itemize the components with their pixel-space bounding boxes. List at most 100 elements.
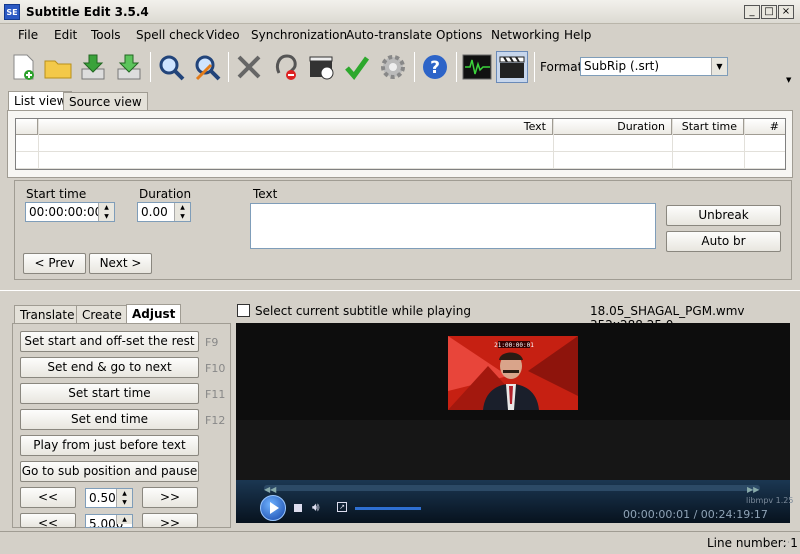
prev-button[interactable]: < Prev [23,253,86,274]
spin-up-icon[interactable]: ▲ [174,203,190,212]
tab-translate[interactable]: Translate [14,305,81,324]
save-icon[interactable] [77,51,109,83]
menu-synchronization[interactable]: Synchronization [251,28,347,42]
fast-forward-icon[interactable]: ▶▶ [747,485,759,494]
status-bar: Line number: 1 ⋰ [0,531,800,554]
find-icon[interactable] [155,51,187,83]
volume-level [355,507,421,510]
tab-create[interactable]: Create [76,305,128,324]
close-button[interactable]: × [778,5,794,19]
tab-adjust[interactable]: Adjust [126,304,182,324]
fullscreen-icon[interactable]: ↗ [337,502,347,512]
grid-header-selector [16,119,38,135]
format-value: SubRip (.srt) [584,59,660,73]
duration-value: 0.00 [141,205,168,219]
minimize-button[interactable]: _ [744,5,760,19]
volume-icon[interactable]: 🔊︎ [312,500,320,515]
visual-sync-icon[interactable] [305,51,337,83]
menu-networking[interactable]: Networking [491,28,560,42]
auto-br-button[interactable]: Auto br [666,231,781,252]
player-time: 00:00:00:01 / 00:24:19:17 [623,508,768,521]
chevron-down-icon[interactable]: ▼ [711,58,727,75]
stop-icon[interactable] [294,504,302,512]
table-row[interactable] [16,152,785,169]
grid-header-duration[interactable]: Duration [553,119,672,135]
menu-bar: File Edit Tools Spell check Video Synchr… [0,24,800,46]
start-time-value: 00:00:00:00 [29,205,103,219]
menu-video[interactable]: Video [206,28,240,42]
menu-auto-translate[interactable]: Auto-translate [346,28,432,42]
select-while-playing-checkbox[interactable] [237,304,250,317]
menu-spell-check[interactable]: Spell check [136,28,204,42]
window-title: Subtitle Edit 3.5.4 [26,5,149,19]
play-before-text-button[interactable]: Play from just before text [20,435,199,456]
menu-file[interactable]: File [18,28,38,42]
save-as-icon[interactable] [113,51,145,83]
menu-tools[interactable]: Tools [91,28,121,42]
menu-edit[interactable]: Edit [54,28,77,42]
menu-options[interactable]: Options [436,28,482,42]
tab-source-view[interactable]: Source view [63,92,148,111]
step-back-button[interactable]: << [20,487,76,508]
set-start-offset-button[interactable]: Set start and off-set the rest [20,331,199,352]
spin-up-icon[interactable]: ▲ [98,203,114,212]
remove-text-for-hearing-impaired-icon[interactable] [269,51,301,83]
start-time-label: Start time [26,187,87,201]
menu-help[interactable]: Help [564,28,591,42]
big-step-forward-button[interactable]: >> [142,513,198,528]
video-player-icon[interactable] [496,51,528,83]
splitter[interactable] [0,290,800,294]
play-button[interactable] [260,495,286,521]
set-end-time-button[interactable]: Set end time [20,409,199,430]
replace-icon[interactable] [191,51,223,83]
help-icon[interactable]: ? [419,51,451,83]
big-step-back-button[interactable]: << [20,513,76,528]
grid-header-text[interactable]: Text [38,119,553,135]
spin-up-icon[interactable]: ▲ [116,515,132,524]
step-large-input[interactable]: 5.000 ▲ [85,514,133,528]
video-frame: 21:00:00:01 [448,336,578,410]
select-while-playing-label: Select current subtitle while playing [255,304,471,318]
unbreak-button[interactable]: Unbreak [666,205,781,226]
volume-slider[interactable] [355,507,421,510]
shortcut-f10: F10 [205,362,226,375]
spin-down-icon[interactable]: ▼ [116,498,132,507]
spell-check-icon[interactable] [341,51,373,83]
open-folder-icon[interactable] [42,51,74,83]
text-label: Text [253,187,278,201]
player-logo: libmpv 1.25 [746,496,794,505]
format-label: Format [540,60,583,74]
subtitle-grid[interactable]: Text Duration Start time # [15,118,786,170]
step-small-input[interactable]: 0.500 ▲ ▼ [85,488,133,508]
subtitle-text-area[interactable] [250,203,656,249]
shortcut-f9: F9 [205,336,219,349]
set-start-time-button[interactable]: Set start time [20,383,199,404]
app-icon: SE [4,4,20,20]
set-end-go-next-button[interactable]: Set end & go to next [20,357,199,378]
resize-grip-icon[interactable]: ⋰ [784,538,793,548]
spin-up-icon[interactable]: ▲ [116,489,132,498]
new-file-icon[interactable] [7,51,39,83]
seek-bar[interactable] [264,485,760,491]
next-button[interactable]: Next > [89,253,152,274]
start-time-input[interactable]: 00:00:00:00 ▲ ▼ [25,202,115,222]
maximize-button[interactable]: □ [761,5,777,19]
format-select[interactable]: SubRip (.srt) ▼ [580,57,728,76]
settings-gear-icon[interactable] [377,51,409,83]
waveform-icon[interactable] [461,51,493,83]
spin-down-icon[interactable]: ▼ [174,212,190,221]
shortcut-f11: F11 [205,388,226,401]
duration-input[interactable]: 0.00 ▲ ▼ [137,202,191,222]
video-timecode: 21:00:00:01 [494,342,534,349]
grid-header-number[interactable]: # [744,119,785,135]
table-row[interactable] [16,135,785,152]
rewind-icon[interactable]: ◀◀ [264,485,276,494]
subtitle-list-panel: Text Duration Start time # [7,110,793,178]
fix-common-errors-icon[interactable] [233,51,265,83]
go-to-sub-position-button[interactable]: Go to sub position and pause [20,461,199,482]
toolbar-overflow-icon[interactable]: ▼ [786,76,791,84]
step-forward-button[interactable]: >> [142,487,198,508]
grid-header-start-time[interactable]: Start time [672,119,744,135]
spin-down-icon[interactable]: ▼ [98,212,114,221]
title-bar: SE Subtitle Edit 3.5.4 _ □ × [0,0,800,24]
